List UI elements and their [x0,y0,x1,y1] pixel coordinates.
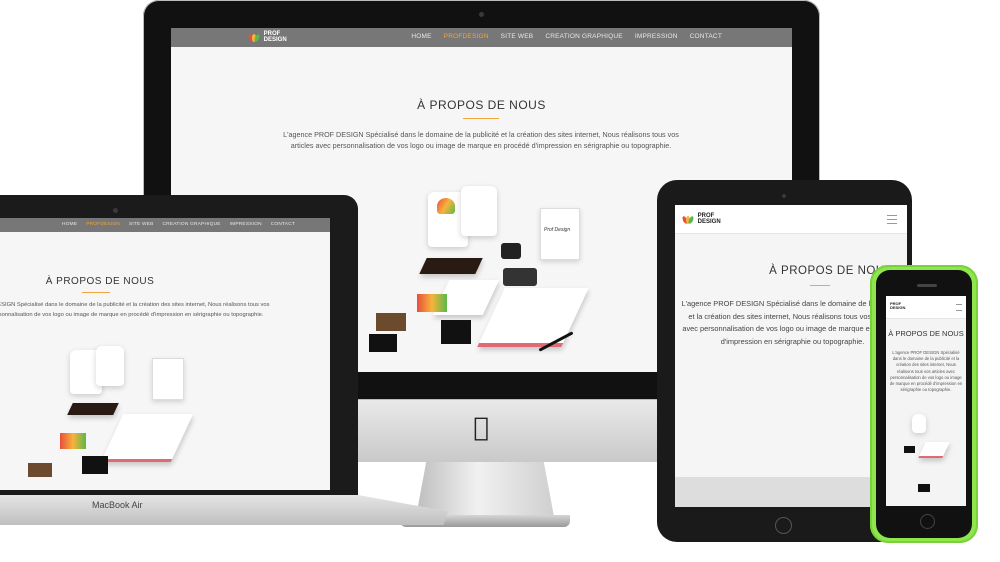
nav-profdesign[interactable]: PROFDESIGN [86,222,120,227]
shirt-logo-icon [437,198,455,214]
hamburger-menu-icon[interactable] [887,215,897,224]
shopping-bag-image: Prof Design [540,208,580,260]
nav-creation-graphique[interactable]: CREATION GRAPHIQUE [162,222,220,227]
macbook-page-paragraph: L'agence PROF DESIGN Spécialisé dans le … [0,302,270,318]
nav-contact[interactable]: CONTACT [271,222,295,227]
macbook-label: MacBook Air [92,500,143,510]
business-card-image [918,484,930,492]
brand-line-2: DESIGN [697,219,721,225]
iphone-logo[interactable]: PROF DESIGN [890,302,905,310]
ipad-logo[interactable]: PROF DESIGN [681,213,721,225]
business-card-image [904,446,915,453]
iphone-header: PROF DESIGN [886,296,966,319]
business-card-image [60,433,86,449]
nav-contact[interactable]: CONTACT [690,33,722,40]
tshirt-image [96,346,124,386]
title-underline [810,285,830,286]
macbook-base [0,495,448,525]
imac-page-title: À PROPOS DE NOUS [417,98,546,112]
ipad-camera [782,194,786,198]
macbook-camera [113,208,118,213]
folder-image [67,403,119,415]
business-card-image [369,334,397,352]
letterhead-image [918,442,950,458]
nav-profdesign[interactable]: PROFDESIGN [444,33,489,40]
nav-impression[interactable]: IMPRESSION [230,222,262,227]
imac-navbar: PROF DESIGN HOME PROFDESIGN SITE WEB CRE… [171,28,792,47]
business-card-image [376,313,406,331]
imac-nav-menu: HOME PROFDESIGN SITE WEB CREATION GRAPHI… [411,33,722,40]
business-card-image [82,456,108,474]
imac-page-paragraph: L'agence PROF DESIGN Spécialisé dans le … [283,130,679,150]
imac-logo[interactable]: PROF DESIGN [247,31,287,43]
title-underline [82,292,110,293]
imac-camera [479,12,484,17]
iphone-page-title: À PROPOS DE NOUS [888,329,964,338]
logo-leaf-icon [681,214,695,225]
tshirt-image [461,186,497,236]
iphone-page-paragraph: L'agence PROF DESIGN Spécialisé dans le … [889,350,963,393]
bag-label: Prof Design [544,227,571,233]
macbook-nav-menu: HOME PROFDESIGN SITE WEB CREATION GRAPHI… [62,222,295,227]
nav-creation-graphique[interactable]: CREATION GRAPHIQUE [545,33,623,40]
macbook-navbar: HOME PROFDESIGN SITE WEB CREATION GRAPHI… [0,218,330,232]
ipad-header: PROF DESIGN [675,205,907,234]
nav-home[interactable]: HOME [62,222,77,227]
business-card-image [441,320,471,344]
brand-line-2: DESIGN [890,305,906,310]
nav-home[interactable]: HOME [411,33,431,40]
iphone-screen: PROF DESIGN À PROPOS DE NOUS L'agence PR… [886,296,966,506]
shopping-bag-image [152,358,184,400]
stamp-image [501,243,521,259]
brand-line-2: DESIGN [263,37,287,43]
title-underline [463,118,499,119]
iphone-home-button[interactable] [920,514,935,529]
business-card-image [417,294,447,312]
nav-site-web[interactable]: SITE WEB [501,33,534,40]
hamburger-menu-icon[interactable] [956,304,962,311]
stamp-base-image [503,268,537,286]
iphone-speaker [917,284,937,287]
macbook-page-title: À PROPOS DE NOUS [45,276,155,287]
ipad-home-button[interactable] [775,517,792,534]
nav-site-web[interactable]: SITE WEB [129,222,154,227]
nav-impression[interactable]: IMPRESSION [635,33,678,40]
macbook-screen: HOME PROFDESIGN SITE WEB CREATION GRAPHI… [0,218,330,490]
letterhead-image [100,414,194,462]
apple-logo-icon:  [468,413,494,443]
folder-image [419,258,483,274]
business-card-image [28,463,52,477]
logo-leaf-icon [247,32,261,43]
letterhead-image [477,288,589,347]
tshirt-image [912,414,926,433]
